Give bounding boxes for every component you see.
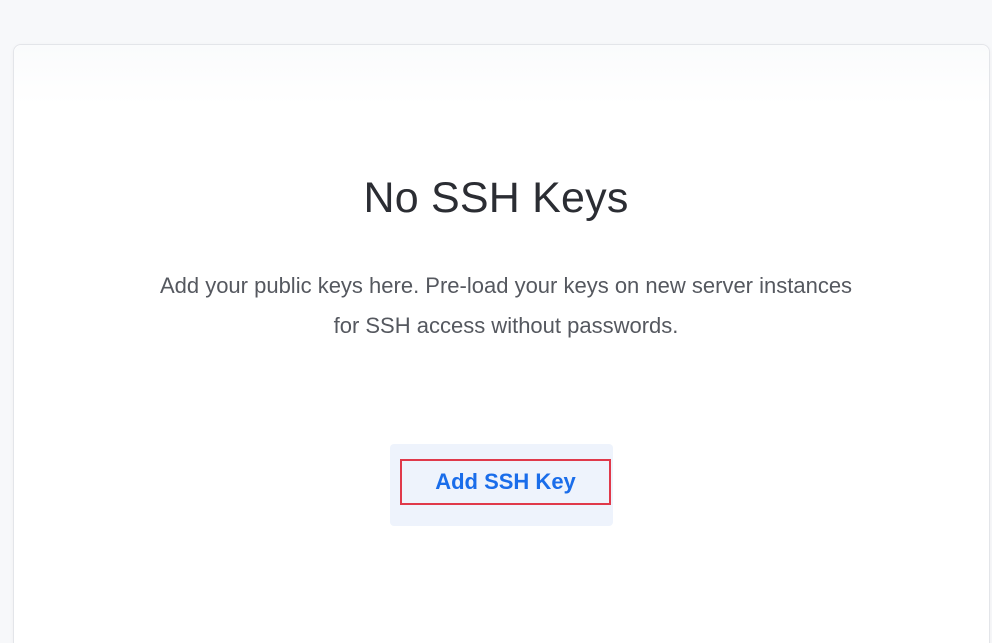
empty-state-title: No SSH Keys bbox=[363, 174, 629, 222]
empty-state-description-line-2: for SSH access without passwords. bbox=[333, 313, 679, 338]
empty-state-description-line-1: Add your public keys here. Pre-load your… bbox=[159, 273, 853, 298]
add-ssh-key-button-container: Add SSH Key bbox=[390, 444, 613, 526]
page: No SSH Keys Add your public keys here. P… bbox=[0, 0, 992, 643]
empty-state-description: Add your public keys here. Pre-load your… bbox=[60, 266, 952, 346]
card-header-shade bbox=[14, 45, 989, 105]
add-ssh-key-button[interactable]: Add SSH Key bbox=[400, 459, 611, 505]
